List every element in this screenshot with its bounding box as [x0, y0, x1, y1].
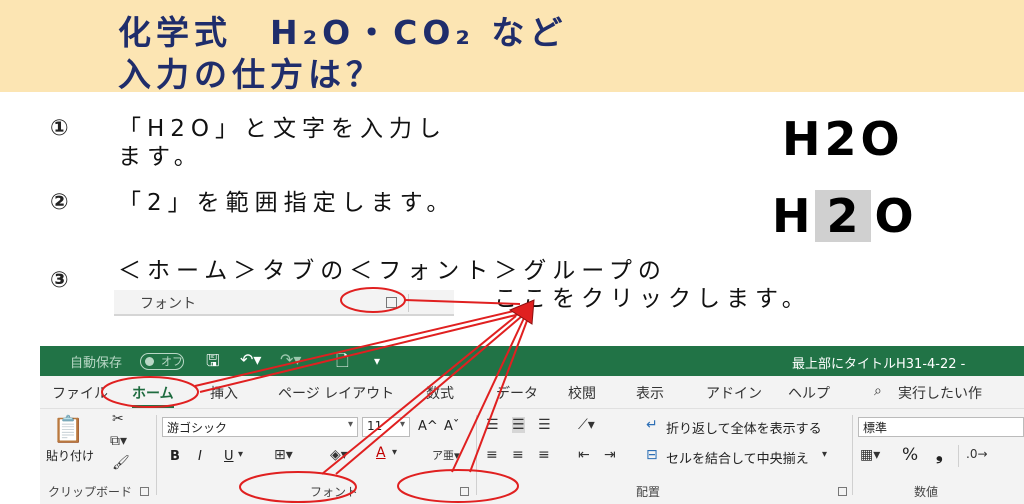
excel-window: 自動保存 オフ 🖫 ↶▾ ↷▾ 🗋 ▾ 最上部にタイトルH31-4-22 - フ… — [40, 346, 1024, 504]
alignment-group-label: 配置 — [636, 485, 661, 499]
group-separator — [476, 415, 477, 495]
font-size-value: 11 — [367, 419, 383, 433]
number-format-combo[interactable]: 標準 — [858, 417, 1024, 437]
align-center-icon[interactable]: ≡ — [512, 447, 524, 463]
group-separator — [958, 445, 959, 467]
font-size-combo[interactable]: 11 ▾ — [362, 417, 410, 437]
chevron-down-icon[interactable]: ▾ — [392, 447, 397, 458]
excel-titlebar: 自動保存 オフ 🖫 ↶▾ ↷▾ 🗋 ▾ 最上部にタイトルH31-4-22 - — [40, 346, 1024, 376]
title-band: 化学式 H₂O・CO₂ など 入力の仕方は？ — [0, 0, 1024, 94]
merge-center-icon[interactable]: ⊟ — [646, 447, 658, 463]
align-middle-icon[interactable]: ☰ — [512, 417, 525, 433]
group-separator — [156, 415, 157, 495]
step-2-text: 「2」を範囲指定します。 — [118, 190, 456, 216]
shrink-font-button[interactable]: Aˇ — [444, 419, 459, 434]
tab-formulas[interactable]: 数式 — [426, 383, 454, 403]
decrease-indent-icon[interactable]: ⇤ — [578, 447, 590, 463]
phonetic-icon[interactable]: ア亜▾ — [432, 447, 460, 463]
paste-icon[interactable]: 📋 — [52, 415, 84, 445]
save-icon[interactable]: 🖫 — [206, 350, 220, 377]
step-3-number: ③ — [50, 268, 69, 293]
align-bottom-icon[interactable]: ☰ — [538, 417, 551, 433]
font-strip-label: フォント — [140, 296, 196, 312]
chevron-down-icon: ▾ — [399, 419, 405, 430]
currency-icon[interactable]: ▦▾ — [860, 447, 880, 463]
title-line-1: 化学式 H₂O・CO₂ など — [118, 13, 568, 52]
italic-button[interactable]: I — [198, 449, 202, 464]
font-group-launcher-icon[interactable] — [460, 487, 469, 496]
autosave-label: 自動保存 — [70, 356, 123, 371]
ribbon-home: 📋 貼り付け ✂ ⧉▾ 🖌 クリップボード 游ゴシック ▾ 11 ▾ A^ Aˇ… — [40, 408, 1024, 504]
tab-insert[interactable]: 挿入 — [210, 383, 238, 403]
step-3-text-line-2: ここをクリックします。 — [494, 286, 811, 312]
font-name-combo[interactable]: 游ゴシック ▾ — [162, 417, 358, 437]
tab-file[interactable]: ファイル — [52, 383, 108, 403]
bold-button[interactable]: B — [170, 449, 180, 464]
underline-button[interactable]: U — [224, 449, 234, 464]
increase-indent-icon[interactable]: ⇥ — [604, 447, 616, 463]
h2o-sel-o: O — [874, 189, 914, 243]
step-2-number: ② — [50, 190, 69, 215]
tab-data[interactable]: データ — [496, 383, 538, 403]
step-1-number: ① — [50, 116, 69, 141]
font-strip-separator — [408, 294, 409, 312]
increase-decimal-icon[interactable]: .0→ — [966, 447, 988, 461]
paste-label[interactable]: 貼り付け — [46, 447, 94, 464]
grow-font-button[interactable]: A^ — [418, 419, 438, 434]
comma-button[interactable]: ❟ — [936, 445, 943, 465]
format-painter-icon[interactable]: 🖌 — [112, 455, 130, 471]
font-dialog-launcher-icon[interactable] — [386, 297, 397, 308]
tell-me-box[interactable]: 実行したい作 — [898, 383, 982, 403]
h2o-sel-h: H — [772, 189, 811, 243]
orientation-icon[interactable]: ⟋▾ — [578, 417, 595, 433]
merge-center-button[interactable]: セルを結合して中央揃え — [666, 448, 809, 467]
font-group-strip: フォント — [114, 290, 454, 316]
redo-icon[interactable]: ↷▾ — [280, 350, 301, 369]
step-3-text-line-1: ＜ホーム＞タブの＜フォント＞グループの — [118, 258, 667, 284]
h2o-sel-2-highlight: 2 — [814, 189, 871, 243]
align-right-icon[interactable]: ≡ — [538, 447, 550, 463]
chevron-down-icon[interactable]: ▾ — [238, 449, 243, 460]
font-color-icon[interactable]: A — [376, 445, 386, 461]
number-format-value: 標準 — [863, 421, 888, 435]
h2o-example-selected: H 2 O — [772, 188, 914, 244]
tab-view[interactable]: 表示 — [636, 383, 664, 403]
clipboard-dialog-launcher-icon[interactable] — [140, 487, 149, 496]
tab-addins[interactable]: アドイン — [706, 383, 762, 403]
wrap-text-icon[interactable]: ↵ — [646, 417, 658, 433]
chevron-down-icon[interactable]: ▾ — [822, 449, 827, 460]
step-1-text-line-2: ます。 — [118, 144, 203, 170]
wrap-text-button[interactable]: 折り返して全体を表示する — [666, 418, 822, 437]
document-title: 最上部にタイトルH31-4-22 - — [792, 357, 966, 372]
tab-page-layout[interactable]: ページ レイアウト — [278, 383, 394, 403]
new-icon[interactable]: 🗋 — [336, 350, 349, 377]
ribbon-tabs: ファイル ホーム 挿入 ページ レイアウト 数式 データ 校閲 表示 アドイン … — [40, 376, 1024, 408]
tab-help[interactable]: ヘルプ — [788, 383, 830, 403]
percent-button[interactable]: % — [902, 445, 918, 465]
fill-color-icon[interactable]: ◈▾ — [330, 447, 348, 463]
cut-icon[interactable]: ✂ — [112, 411, 124, 427]
autosave-toggle[interactable]: オフ — [140, 353, 184, 370]
align-left-icon[interactable]: ≡ — [486, 447, 498, 463]
chevron-down-icon: ▾ — [347, 419, 353, 430]
title-line-2: 入力の仕方は？ — [118, 55, 384, 94]
alignment-dialog-launcher-icon[interactable] — [838, 487, 847, 496]
number-group-label: 数値 — [914, 485, 939, 499]
h2o-example-plain: H2O — [782, 112, 904, 166]
step-1-text-line-1: 「H2O」と文字を入力し — [118, 116, 448, 142]
font-name-value: 游ゴシック — [167, 421, 228, 435]
tab-review[interactable]: 校閲 — [568, 383, 596, 403]
borders-icon[interactable]: ⊞▾ — [274, 447, 293, 463]
tell-me-search-icon[interactable]: ⌕ — [874, 383, 882, 399]
undo-icon[interactable]: ↶▾ — [240, 350, 261, 369]
copy-icon[interactable]: ⧉▾ — [110, 433, 127, 449]
clipboard-group-label: クリップボード — [48, 485, 133, 499]
group-separator — [852, 415, 853, 495]
align-top-icon[interactable]: ☰ — [486, 417, 499, 433]
tab-home[interactable]: ホーム — [132, 383, 174, 408]
customize-qat-icon[interactable]: ▾ — [374, 354, 380, 368]
font-group-label: フォント — [310, 485, 359, 499]
